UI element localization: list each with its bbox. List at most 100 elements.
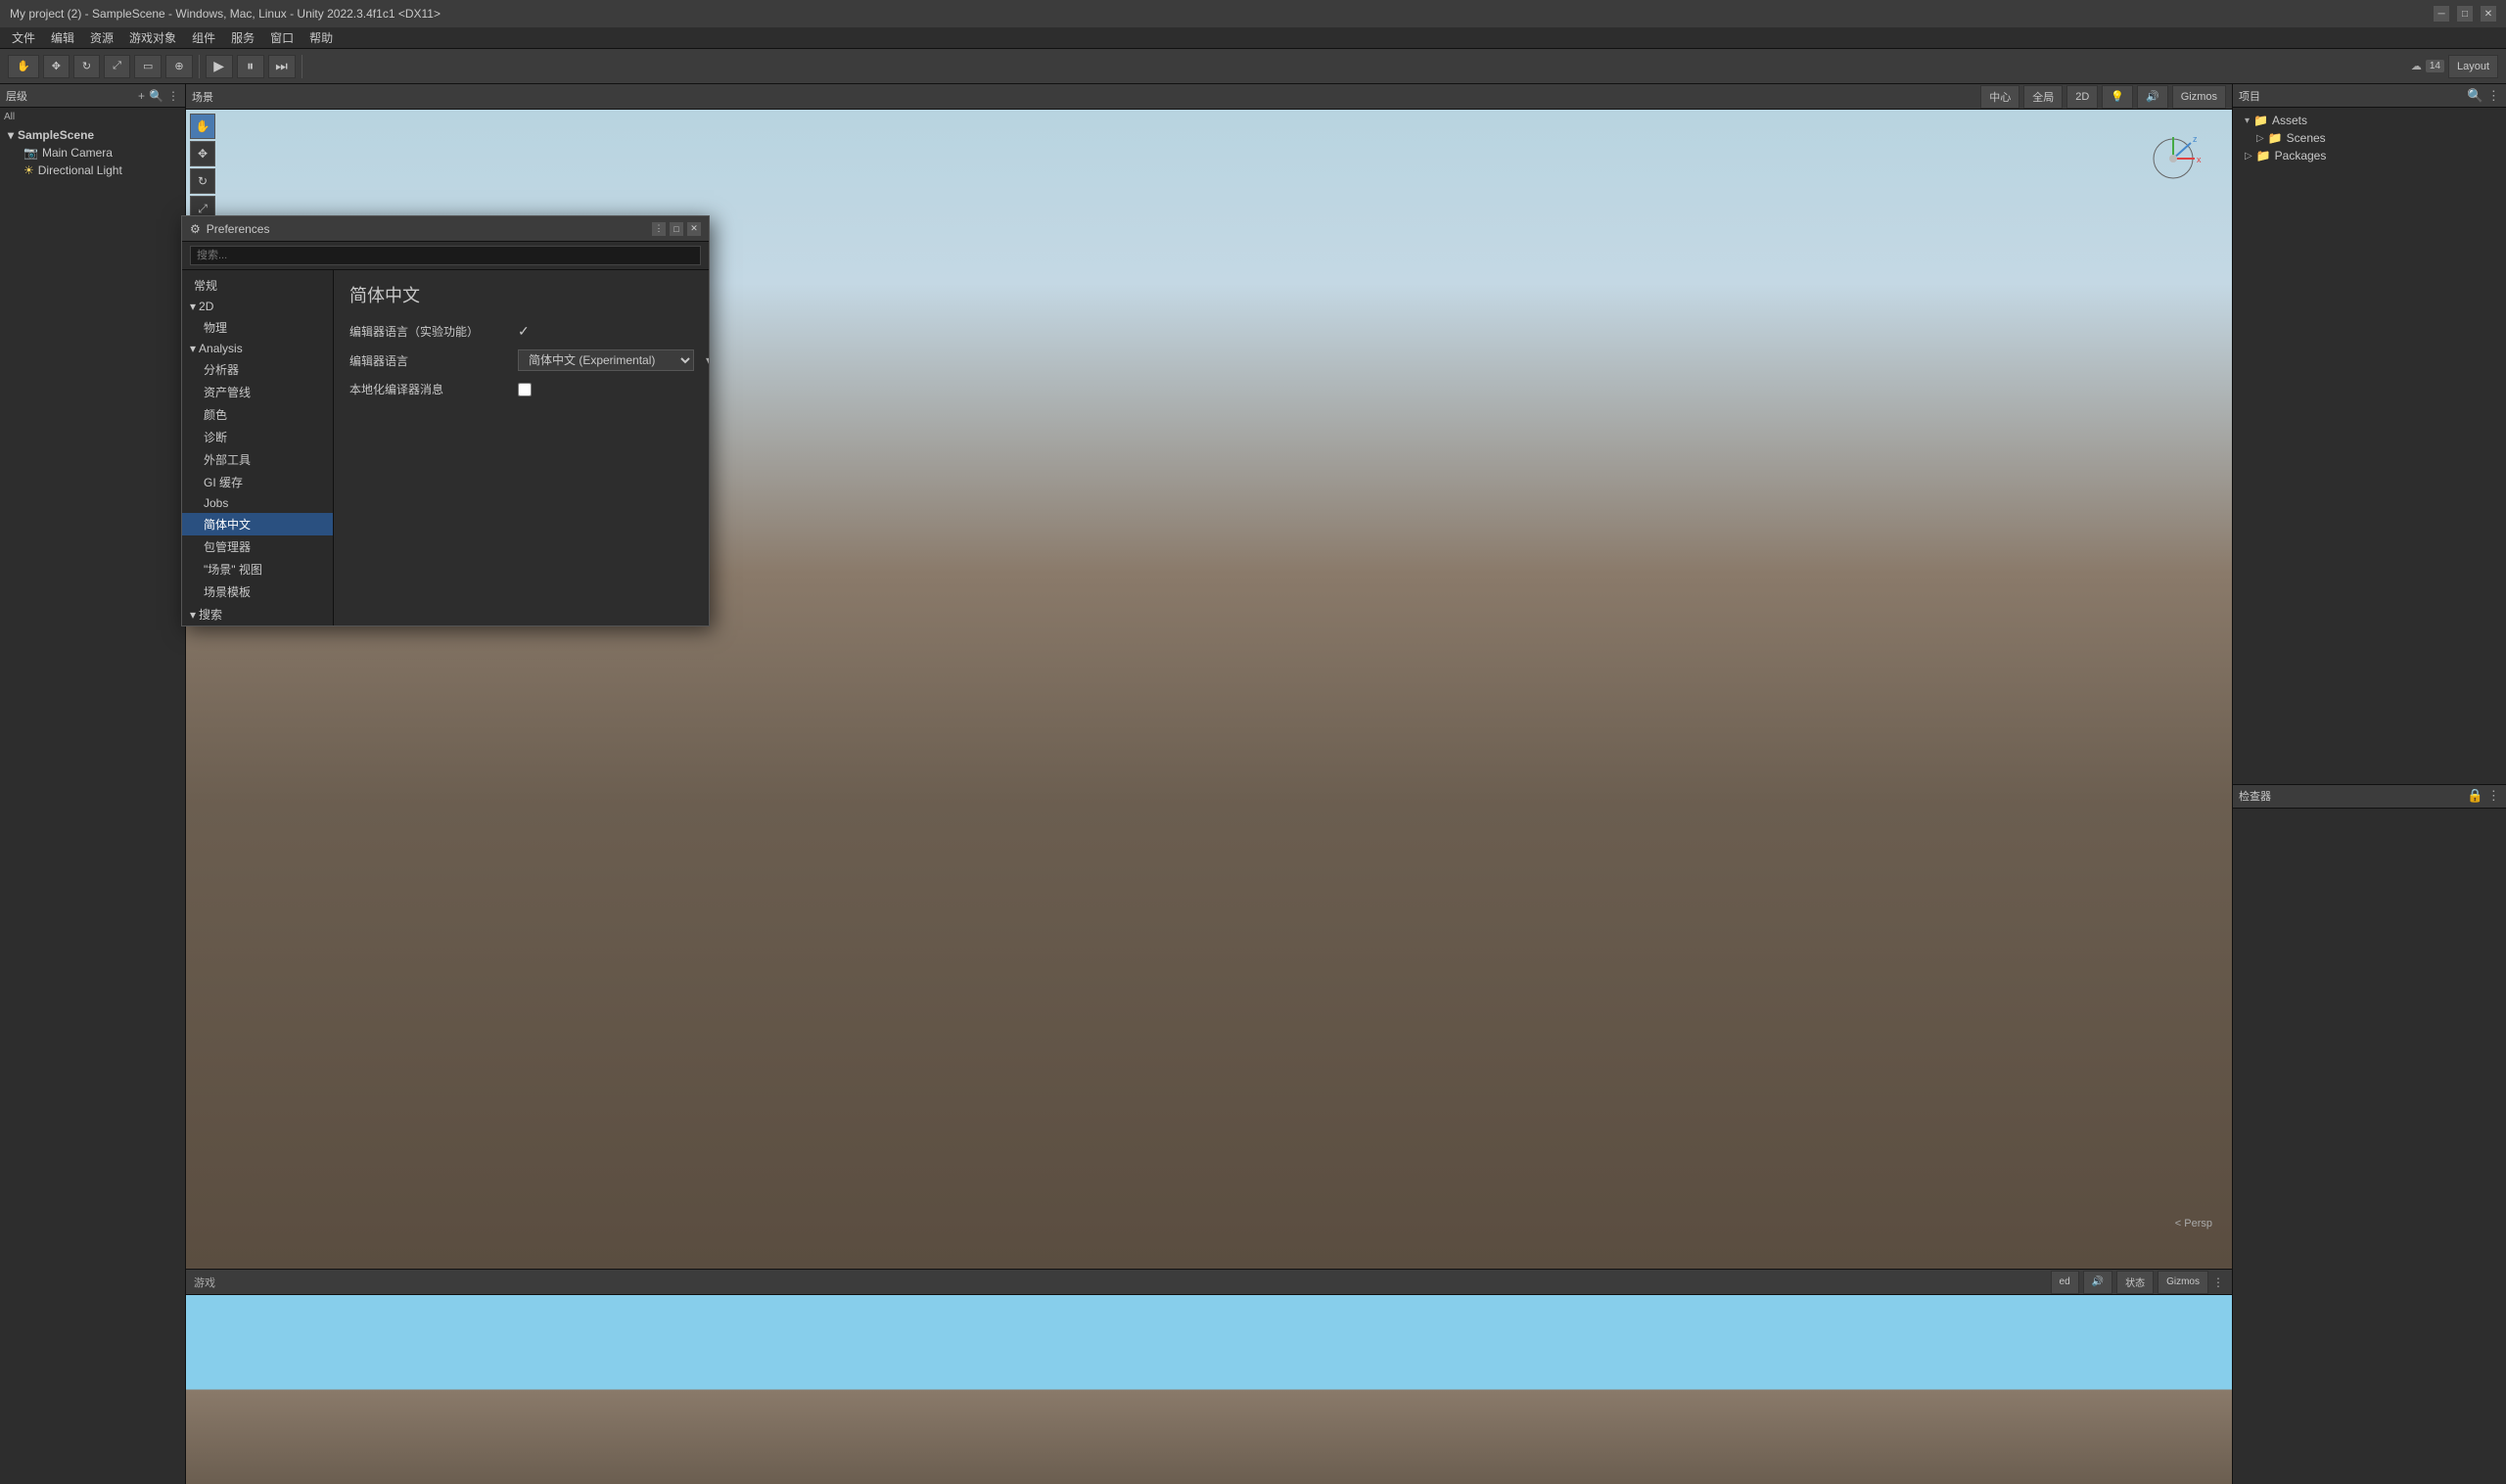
prefs-gear-icon: ⚙	[190, 222, 201, 236]
preferences-dialog: ⚙ Preferences ⋮ □ ✕ 常规 ▾ 2D 物理 ▾ Analysi…	[181, 215, 710, 626]
project-more-btn[interactable]: ⋮	[2487, 88, 2500, 104]
hierarchy-scene-root[interactable]: ▾ SampleScene	[4, 126, 181, 144]
pref-check-editor-lang-exp[interactable]: ✓	[518, 323, 530, 340]
toolbar-sep-1	[199, 55, 200, 78]
dialog-controls[interactable]: ⋮ □ ✕	[652, 222, 701, 236]
pref-nav-jobs[interactable]: Jobs	[182, 493, 333, 513]
pref-nav-general[interactable]: 常规	[182, 274, 333, 297]
game-toolbar-right: ed 🔊 状态 Gizmos ⋮	[2051, 1271, 2224, 1294]
scene-global-btn[interactable]: 全局	[2023, 85, 2063, 109]
assets-folder-icon: 📁	[2253, 114, 2268, 127]
dialog-restore-btn[interactable]: □	[670, 222, 683, 236]
toolbar-transform-rect[interactable]: ▭	[134, 55, 162, 78]
game-tab[interactable]: 游戏	[194, 1275, 215, 1290]
tool-hand[interactable]: ✋	[190, 114, 215, 139]
scene-audio-btn[interactable]: 🔊	[2137, 85, 2168, 109]
pref-nav-package-manager[interactable]: 包管理器	[182, 535, 333, 558]
pref-nav-colors[interactable]: 颜色	[182, 403, 333, 426]
tool-rotate[interactable]: ↻	[190, 168, 215, 194]
hierarchy-more-button[interactable]: ⋮	[167, 89, 179, 103]
scene-gizmos-btn[interactable]: Gizmos	[2172, 85, 2226, 109]
play-button[interactable]: ▶	[206, 55, 233, 78]
title-bar: My project (2) - SampleScene - Windows, …	[0, 0, 2506, 27]
hierarchy-add-button[interactable]: +	[138, 89, 145, 103]
minimize-button[interactable]: ─	[2434, 6, 2449, 22]
preferences-search-input[interactable]	[190, 246, 701, 265]
project-assets-folder[interactable]: ▾ 📁 Assets	[2237, 112, 2502, 129]
hierarchy-panel: 层级 + 🔍 ⋮ All ▾ SampleScene 📷 Main Camera	[0, 84, 186, 1484]
tool-move[interactable]: ✥	[190, 141, 215, 166]
maximize-button[interactable]: □	[2457, 6, 2473, 22]
toolbar-transform-scale[interactable]: ⤢	[104, 55, 130, 78]
game-audio-btn[interactable]: 🔊	[2083, 1271, 2112, 1294]
pref-nav-simplified-chinese[interactable]: 简体中文	[182, 513, 333, 535]
menu-component[interactable]: 组件	[184, 27, 223, 48]
scene-lights-btn[interactable]: 💡	[2102, 85, 2133, 109]
hierarchy-item-light[interactable]: ☀ Directional Light	[4, 162, 181, 179]
pause-button[interactable]: ⏸	[237, 55, 264, 78]
inspector-title: 检查器	[2239, 788, 2271, 804]
menu-edit[interactable]: 编辑	[43, 27, 82, 48]
menu-file[interactable]: 文件	[4, 27, 43, 48]
step-button[interactable]: ⏭	[268, 55, 296, 78]
menu-gameobject[interactable]: 游戏对象	[121, 27, 184, 48]
scenes-label: Scenes	[2287, 131, 2326, 145]
hierarchy-filter-all[interactable]: All	[4, 112, 15, 122]
game-display-btn[interactable]: ed	[2051, 1271, 2079, 1294]
menu-assets[interactable]: 资源	[82, 27, 121, 48]
pref-nav-gi-cache[interactable]: GI 缓存	[182, 471, 333, 493]
scene-center-btn[interactable]: 中心	[1980, 85, 2019, 109]
toolbar-transform-all[interactable]: ⊕	[165, 55, 192, 78]
game-more-btn[interactable]: ⋮	[2212, 1275, 2224, 1289]
pref-nav-external-tools[interactable]: 外部工具	[182, 448, 333, 471]
scene-tab[interactable]: 场景	[192, 89, 213, 105]
dialog-more-btn[interactable]: ⋮	[652, 222, 666, 236]
game-gizmos-btn[interactable]: Gizmos	[2158, 1271, 2208, 1294]
pref-nav-2d-label: 2D	[199, 300, 213, 313]
pref-nav-2d-arrow: ▾	[190, 300, 196, 313]
packages-arrow: ▷	[2245, 151, 2252, 162]
pref-nav-search-arrow: ▾	[190, 608, 196, 622]
project-search-btn[interactable]: 🔍	[2467, 88, 2483, 104]
hierarchy-header-left: 层级	[6, 88, 27, 104]
hierarchy-search-button[interactable]: 🔍	[149, 89, 163, 103]
pref-check-localize-msgs[interactable]	[518, 383, 532, 396]
hierarchy-search-area: All	[4, 112, 181, 122]
scene-toolbar: 场景 中心 全局 2D 💡 🔊 Gizmos	[186, 84, 2232, 110]
pref-dropdown-editor-lang[interactable]: 简体中文 (Experimental) English 日本語 한국어	[518, 349, 694, 371]
cloud-icon: ☁	[2411, 60, 2422, 72]
pref-nav-analysis-section[interactable]: ▾ Analysis	[182, 339, 333, 358]
close-button[interactable]: ✕	[2481, 6, 2496, 22]
project-packages-folder[interactable]: ▷ 📁 Packages	[2237, 147, 2502, 164]
game-stats-btn[interactable]: 状态	[2116, 1271, 2154, 1294]
title-bar-controls[interactable]: ─ □ ✕	[2434, 6, 2496, 22]
pref-nav-scene-view[interactable]: "场景" 视图	[182, 558, 333, 580]
menu-window[interactable]: 窗口	[262, 27, 302, 48]
layout-dropdown[interactable]: Layout	[2448, 55, 2498, 78]
inspector-more-btn[interactable]: ⋮	[2487, 788, 2500, 804]
hierarchy-item-camera[interactable]: 📷 Main Camera	[4, 144, 181, 162]
inspector-lock-btn[interactable]: 🔒	[2467, 788, 2483, 804]
toolbar-transform-hand[interactable]: ✋	[8, 55, 39, 78]
pref-nav-asset-pipeline[interactable]: 资产管线	[182, 381, 333, 403]
pref-nav-diagnostics[interactable]: 诊断	[182, 426, 333, 448]
project-scenes-folder[interactable]: ▷ 📁 Scenes	[2237, 129, 2502, 147]
menu-help[interactable]: 帮助	[302, 27, 341, 48]
light-label: Directional Light	[38, 163, 122, 177]
pref-nav-physics[interactable]: 物理	[182, 316, 333, 339]
dialog-close-btn[interactable]: ✕	[687, 222, 701, 236]
pref-content-title: 简体中文	[349, 282, 693, 307]
scene-2d-btn[interactable]: 2D	[2066, 85, 2098, 109]
menu-services[interactable]: 服务	[223, 27, 262, 48]
toolbar-transform-rotate[interactable]: ↻	[73, 55, 100, 78]
pref-nav-profiler[interactable]: 分析器	[182, 358, 333, 381]
pref-nav-search-section[interactable]: ▾ 搜索	[182, 603, 333, 626]
pref-nav-scene-template[interactable]: 场景模板	[182, 580, 333, 603]
pref-nav-2d-section[interactable]: ▾ 2D	[182, 297, 333, 316]
pref-nav-analysis-label: Analysis	[199, 342, 243, 355]
svg-text:x: x	[2197, 155, 2202, 164]
cloud-badge: 14	[2426, 60, 2444, 72]
toolbar-transform-move[interactable]: ✥	[43, 55, 70, 78]
preferences-title: Preferences	[207, 222, 270, 236]
inspector-header: 检查器 🔒 ⋮	[2233, 785, 2506, 809]
